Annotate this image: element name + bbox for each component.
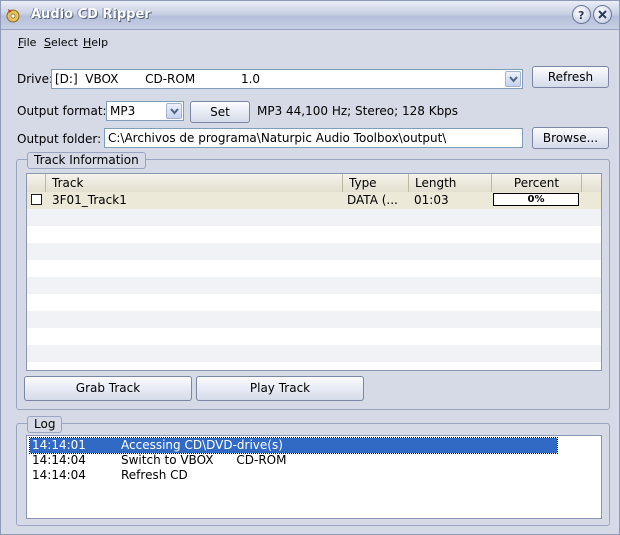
svg-text:?: ? [578,9,584,20]
output-folder-label: Output folder: [17,132,102,146]
track-list-header: Track Type Length Percent [27,174,601,193]
cd-app-icon [6,9,20,23]
header-checkbox-col [27,174,46,192]
column-length[interactable]: Length [409,174,492,192]
column-percent[interactable]: Percent [492,174,582,192]
grab-track-button[interactable]: Grab Track [24,376,192,401]
menu-select-label: elect [50,36,78,49]
track-name: 3F01_Track1 [52,193,127,207]
log-time: 14:14:04 [32,468,86,482]
title-bar[interactable]: Audio CD Ripper ? [1,1,619,30]
close-button[interactable] [593,5,612,24]
format-dropdown-button[interactable] [166,103,182,119]
empty-row [27,243,601,260]
format-info: MP3 44,100 Hz; Stereo; 128 Kbps [257,104,459,118]
output-format-label: Output format: [17,104,107,118]
log-message: Refresh CD [121,468,188,482]
track-checkbox[interactable] [31,194,42,205]
output-format-value: MP3 [110,104,136,118]
question-icon: ? [578,9,584,20]
log-entry[interactable]: 14:14:04 Refresh CD [30,468,557,483]
window-title: Audio CD Ripper [31,7,151,22]
menu-bar: File Select Help [1,30,619,54]
log-entry[interactable]: 14:14:01 Accessing CD\DVD-drive(s) [29,437,558,454]
empty-row [27,277,601,294]
menu-help[interactable]: Help [83,36,108,49]
log-message: Accessing CD\DVD-drive(s) [121,438,283,452]
menu-file[interactable]: File [18,36,36,49]
menu-file-label: ile [23,36,37,49]
menu-select[interactable]: Select [44,36,78,49]
drive-select[interactable]: [D:] VBOX CD-ROM 1.0 [51,69,523,89]
empty-row [27,209,601,226]
log-entry[interactable]: 14:14:04 Switch to VBOX CD-ROM [30,453,557,468]
column-type[interactable]: Type [343,174,409,192]
empty-row [27,345,601,362]
log-message: Switch to VBOX CD-ROM [121,453,287,467]
log-time: 14:14:04 [32,453,86,467]
output-folder-field[interactable]: C:\Archivos de programa\Naturpic Audio T… [104,128,523,148]
close-icon [598,10,607,19]
set-format-button[interactable]: Set [190,101,250,123]
table-row[interactable]: 3F01_Track1 DATA (... 01:03 0% [27,192,601,209]
menu-select-accel: S [44,36,51,49]
track-progress-bar: 0% [493,193,579,206]
drive-value: [D:] VBOX CD-ROM 1.0 [55,72,261,86]
chevron-down-icon [170,108,179,115]
track-information-title: Track Information [27,152,146,169]
output-folder-value: C:\Archivos de programa\Naturpic Audio T… [108,131,447,145]
log-title: Log [27,416,63,433]
log-list[interactable]: 14:14:01 Accessing CD\DVD-drive(s) 14:14… [26,435,602,519]
track-list[interactable]: Track Type Length Percent 3F01_Track1 DA… [26,173,602,371]
menu-help-label: elp [91,36,109,49]
app-window: Audio CD Ripper ? File Select Help Drive… [0,0,620,535]
drive-dropdown-button[interactable] [505,71,521,87]
output-format-select[interactable]: MP3 [106,101,184,121]
track-type: DATA (... [347,193,398,207]
empty-row [27,311,601,328]
help-title-button[interactable]: ? [572,5,591,24]
chevron-down-icon [509,76,518,83]
browse-button[interactable]: Browse... [532,127,609,149]
refresh-button[interactable]: Refresh [532,66,609,88]
drive-label: Drive: [17,72,54,86]
column-track[interactable]: Track [46,174,343,192]
log-time: 14:14:01 [32,438,86,452]
track-length: 01:03 [414,193,449,207]
play-track-button[interactable]: Play Track [196,376,364,401]
